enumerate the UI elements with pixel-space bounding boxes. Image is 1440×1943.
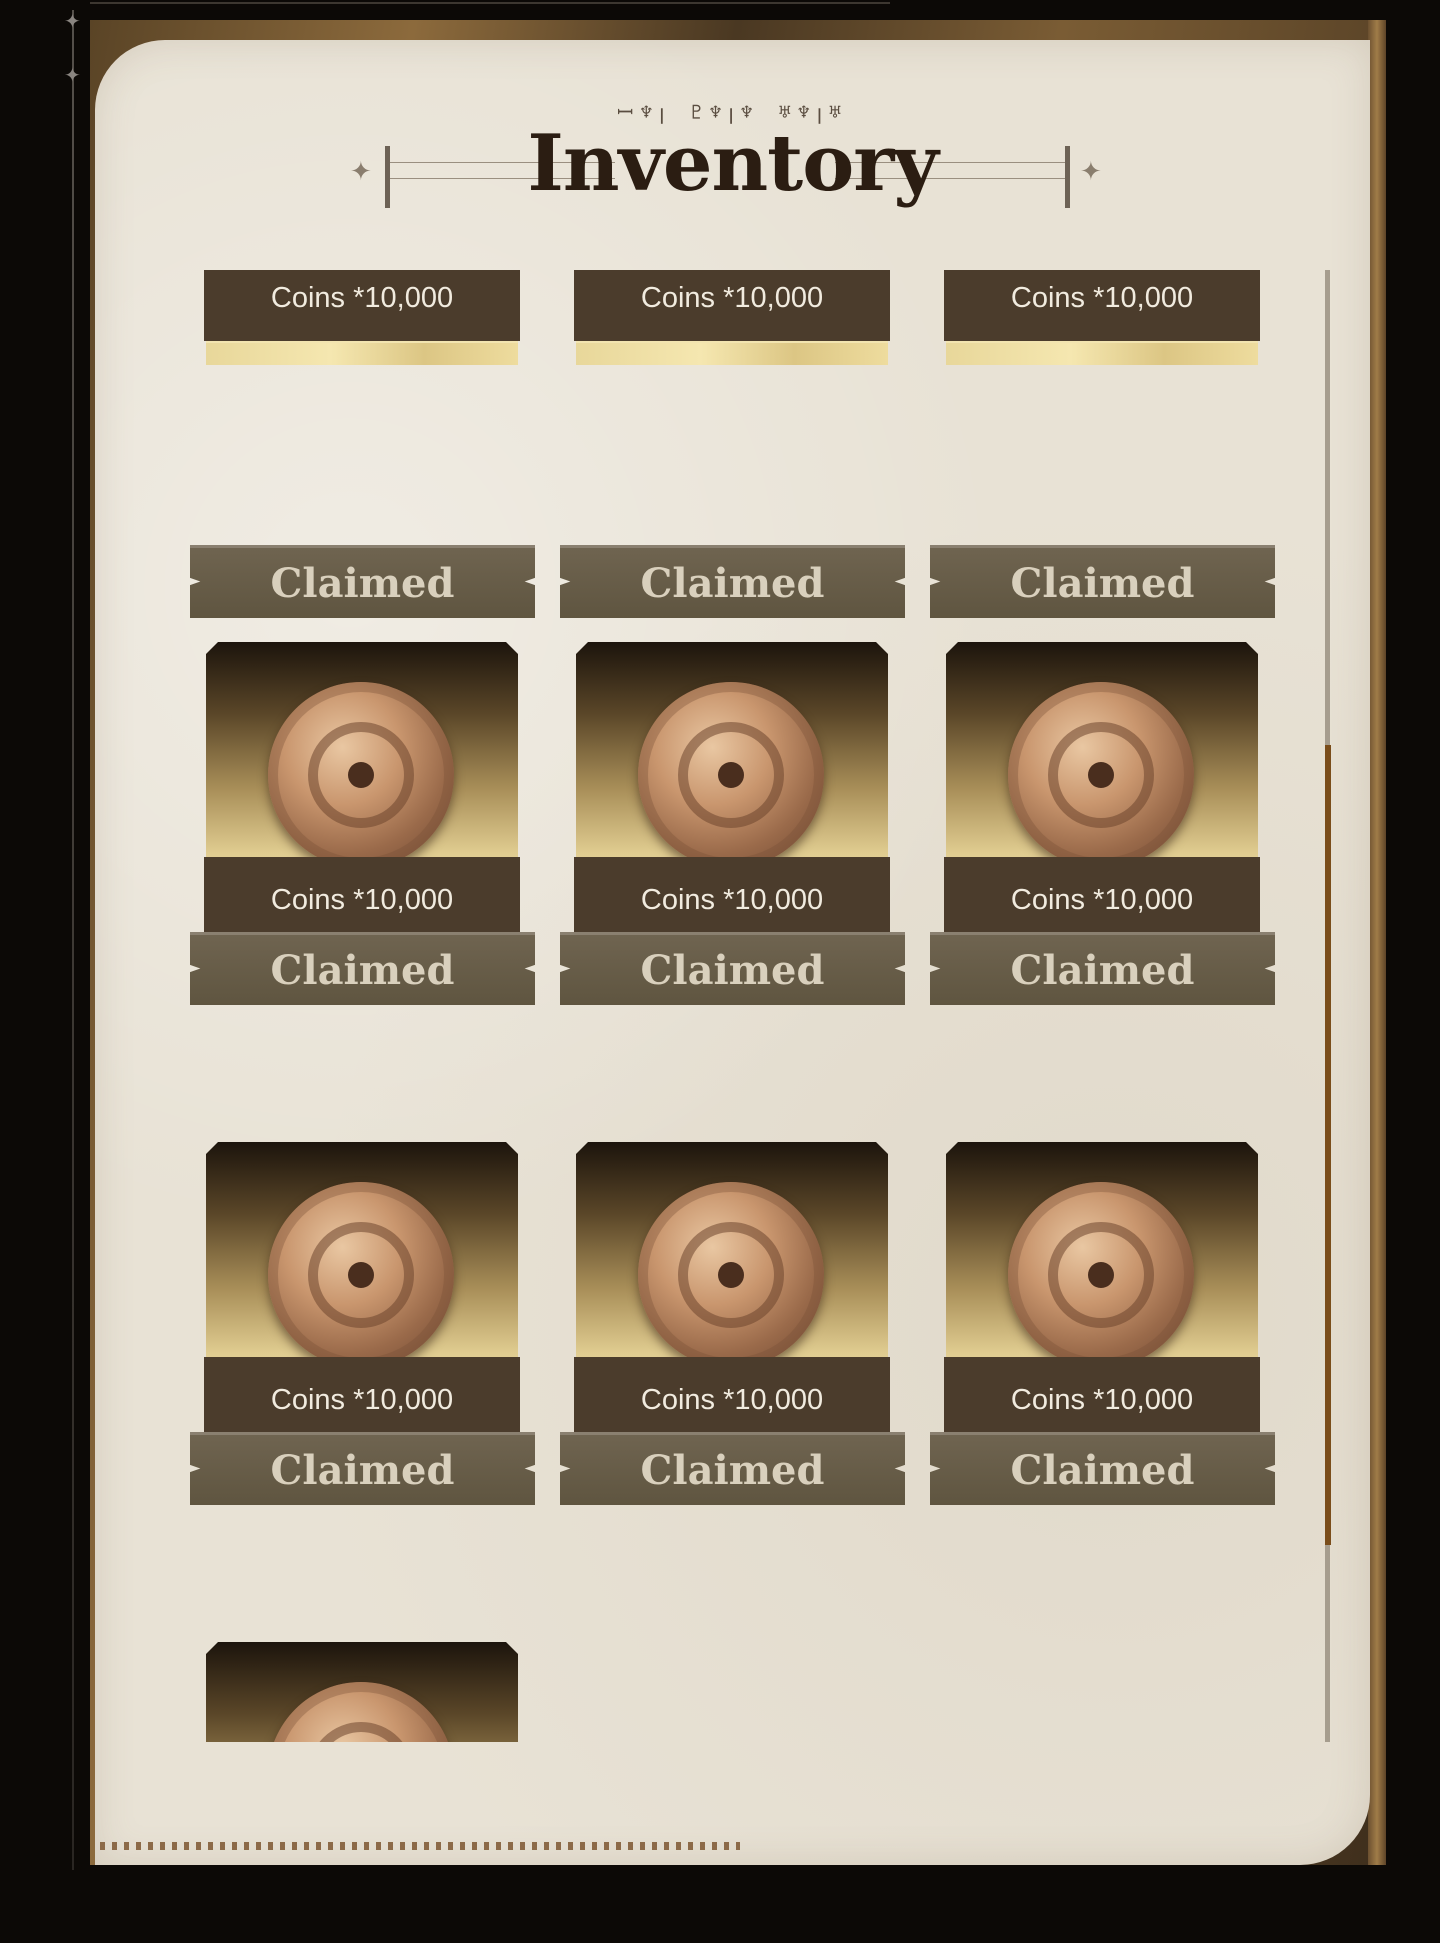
claimed-button[interactable]: Claimed xyxy=(190,545,535,618)
book-spine xyxy=(1368,20,1386,1865)
coin-icon xyxy=(268,1682,454,1742)
coin-icon xyxy=(638,1182,824,1368)
inventory-grid: Coins *10,000 Claimed Coins *10,000 Clai… xyxy=(190,270,1280,1742)
reward-card xyxy=(206,1642,518,1742)
reward-label: Coins *10,000 xyxy=(574,270,890,341)
claimed-button[interactable]: Claimed xyxy=(560,545,905,618)
coin-icon xyxy=(638,682,824,868)
reward-label: Coins *10,000 xyxy=(944,270,1260,341)
left-decor-line xyxy=(72,10,74,1870)
claimed-button[interactable]: Claimed xyxy=(930,932,1275,1005)
coin-icon xyxy=(268,1182,454,1368)
page-title: Inventory xyxy=(527,118,938,209)
coin-icon xyxy=(1008,682,1194,868)
coin-icon xyxy=(1008,1182,1194,1368)
reward-label: Coins *10,000 xyxy=(944,857,1260,943)
reward-label: Coins *10,000 xyxy=(574,857,890,943)
claimed-button[interactable]: Claimed xyxy=(190,1432,535,1505)
reward-label: Coins *10,000 xyxy=(944,1357,1260,1443)
claimed-button[interactable]: Claimed xyxy=(560,932,905,1005)
reward-label: Coins *10,000 xyxy=(204,270,520,341)
sparkle-icon: ✦ xyxy=(64,11,81,33)
scrollbar-thumb[interactable] xyxy=(1325,745,1331,1545)
claimed-button[interactable]: Claimed xyxy=(930,545,1275,618)
claimed-button[interactable]: Claimed xyxy=(560,1432,905,1505)
reward-label: Coins *10,000 xyxy=(204,857,520,943)
reward-label: Coins *10,000 xyxy=(204,1357,520,1443)
sparkle-icon: ✦ xyxy=(64,65,81,87)
top-decor-line xyxy=(90,2,890,4)
claimed-button[interactable]: Claimed xyxy=(930,1432,1275,1505)
inventory-header: ꟷ♆ꞁ ♇♆ꞁ♆ ♅♆ꞁ♅ ✦ ✦ Inventory xyxy=(95,90,1370,220)
claimed-button[interactable]: Claimed xyxy=(190,932,535,1005)
reward-label: Coins *10,000 xyxy=(574,1357,890,1443)
coin-icon xyxy=(268,682,454,868)
footer-rune-border xyxy=(100,1842,740,1850)
